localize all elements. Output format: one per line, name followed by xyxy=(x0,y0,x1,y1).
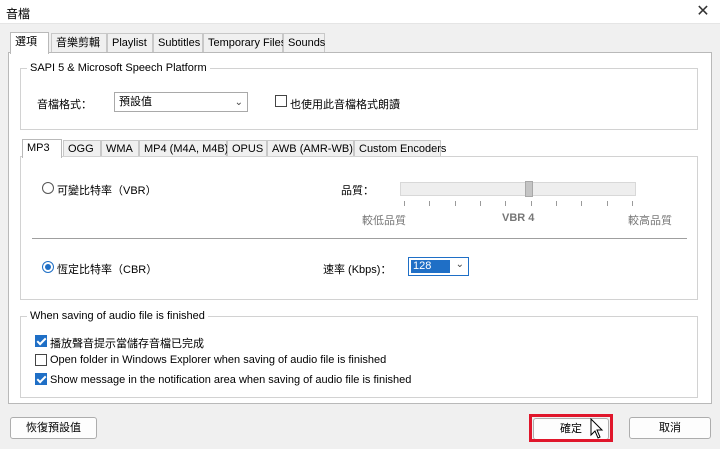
close-icon[interactable]: ✕ xyxy=(692,1,714,23)
rate-label: 速率 (Kbps)： xyxy=(323,264,392,276)
cbr-radio[interactable] xyxy=(42,261,54,273)
title-bar: 音檔 ✕ xyxy=(0,0,720,24)
format-select-value: 預設值 xyxy=(119,96,152,108)
play-sound-label: 播放聲音提示當儲存音檔已完成 xyxy=(50,338,204,350)
format-select[interactable]: 預設值 ⌄ xyxy=(114,92,248,112)
quality-mid-label: VBR 4 xyxy=(502,212,535,224)
rate-select[interactable]: 128 ⌄ xyxy=(408,257,469,276)
mouse-cursor-icon xyxy=(590,418,604,439)
sapi-group-legend: SAPI 5 & Microsoft Speech Platform xyxy=(30,62,207,74)
slider-tick xyxy=(581,201,583,206)
quality-slider-track[interactable] xyxy=(400,182,636,196)
vbr-cbr-divider xyxy=(32,238,687,239)
tab-custom-encoders[interactable]: Custom Encoders xyxy=(354,140,446,157)
tab-awb[interactable]: AWB (AMR-WB) xyxy=(267,140,354,157)
vbr-label: 可變比特率（VBR） xyxy=(57,185,157,197)
tab-sounds[interactable]: Sounds xyxy=(283,33,325,53)
slider-tick xyxy=(606,201,608,206)
format-label: 音檔格式： xyxy=(37,99,92,111)
quality-label: 品質： xyxy=(341,185,374,197)
open-folder-checkbox[interactable] xyxy=(35,354,47,366)
cbr-label: 恆定比特率（CBR） xyxy=(57,264,158,276)
quality-low-label: 較低品質 xyxy=(362,215,406,227)
tab-temporary-files[interactable]: Temporary Files xyxy=(203,33,286,53)
slider-tick xyxy=(480,201,481,206)
tab-playlist[interactable]: Playlist xyxy=(107,33,153,53)
finish-group-legend: When saving of audio file is finished xyxy=(30,310,205,322)
slider-tick xyxy=(454,201,456,206)
tab-ogg[interactable]: OGG xyxy=(63,140,101,157)
quality-high-label: 較高品質 xyxy=(628,215,672,227)
vbr-radio[interactable] xyxy=(42,182,54,194)
tab-mp3[interactable]: MP3 xyxy=(22,139,62,158)
show-message-label: Show message in the notification area wh… xyxy=(50,374,412,386)
also-use-label: 也使用此音檔格式朗讀 xyxy=(290,99,400,111)
slider-tick xyxy=(404,201,405,206)
show-message-checkbox[interactable] xyxy=(35,373,47,385)
slider-tick xyxy=(505,201,507,206)
tab-mp4[interactable]: MP4 (M4A, M4B) xyxy=(139,140,228,157)
tab-wma[interactable]: WMA xyxy=(101,140,139,157)
chevron-down-icon: ⌄ xyxy=(234,97,243,108)
tab-opus[interactable]: OPUS xyxy=(227,140,267,157)
slider-tick xyxy=(530,201,532,206)
window-title: 音檔 xyxy=(6,7,31,21)
slider-tick xyxy=(556,201,557,206)
slider-tick xyxy=(632,201,633,206)
restore-defaults-button[interactable]: 恢復預設值 xyxy=(10,417,97,439)
rate-select-value: 128 xyxy=(411,260,450,273)
mp3-panel xyxy=(20,156,698,300)
open-folder-label: Open folder in Windows Explorer when sav… xyxy=(50,354,387,366)
chevron-down-icon: ⌄ xyxy=(455,259,464,270)
also-use-checkbox[interactable] xyxy=(275,95,287,107)
slider-tick xyxy=(429,201,431,206)
cancel-button[interactable]: 取消 xyxy=(629,417,711,439)
tab-music-edit[interactable]: 音樂剪輯 xyxy=(51,33,107,53)
quality-slider-thumb[interactable] xyxy=(525,181,534,197)
tab-subtitles[interactable]: Subtitles xyxy=(153,33,203,53)
tab-options[interactable]: 選項 xyxy=(10,32,49,54)
play-sound-checkbox[interactable] xyxy=(35,335,47,347)
